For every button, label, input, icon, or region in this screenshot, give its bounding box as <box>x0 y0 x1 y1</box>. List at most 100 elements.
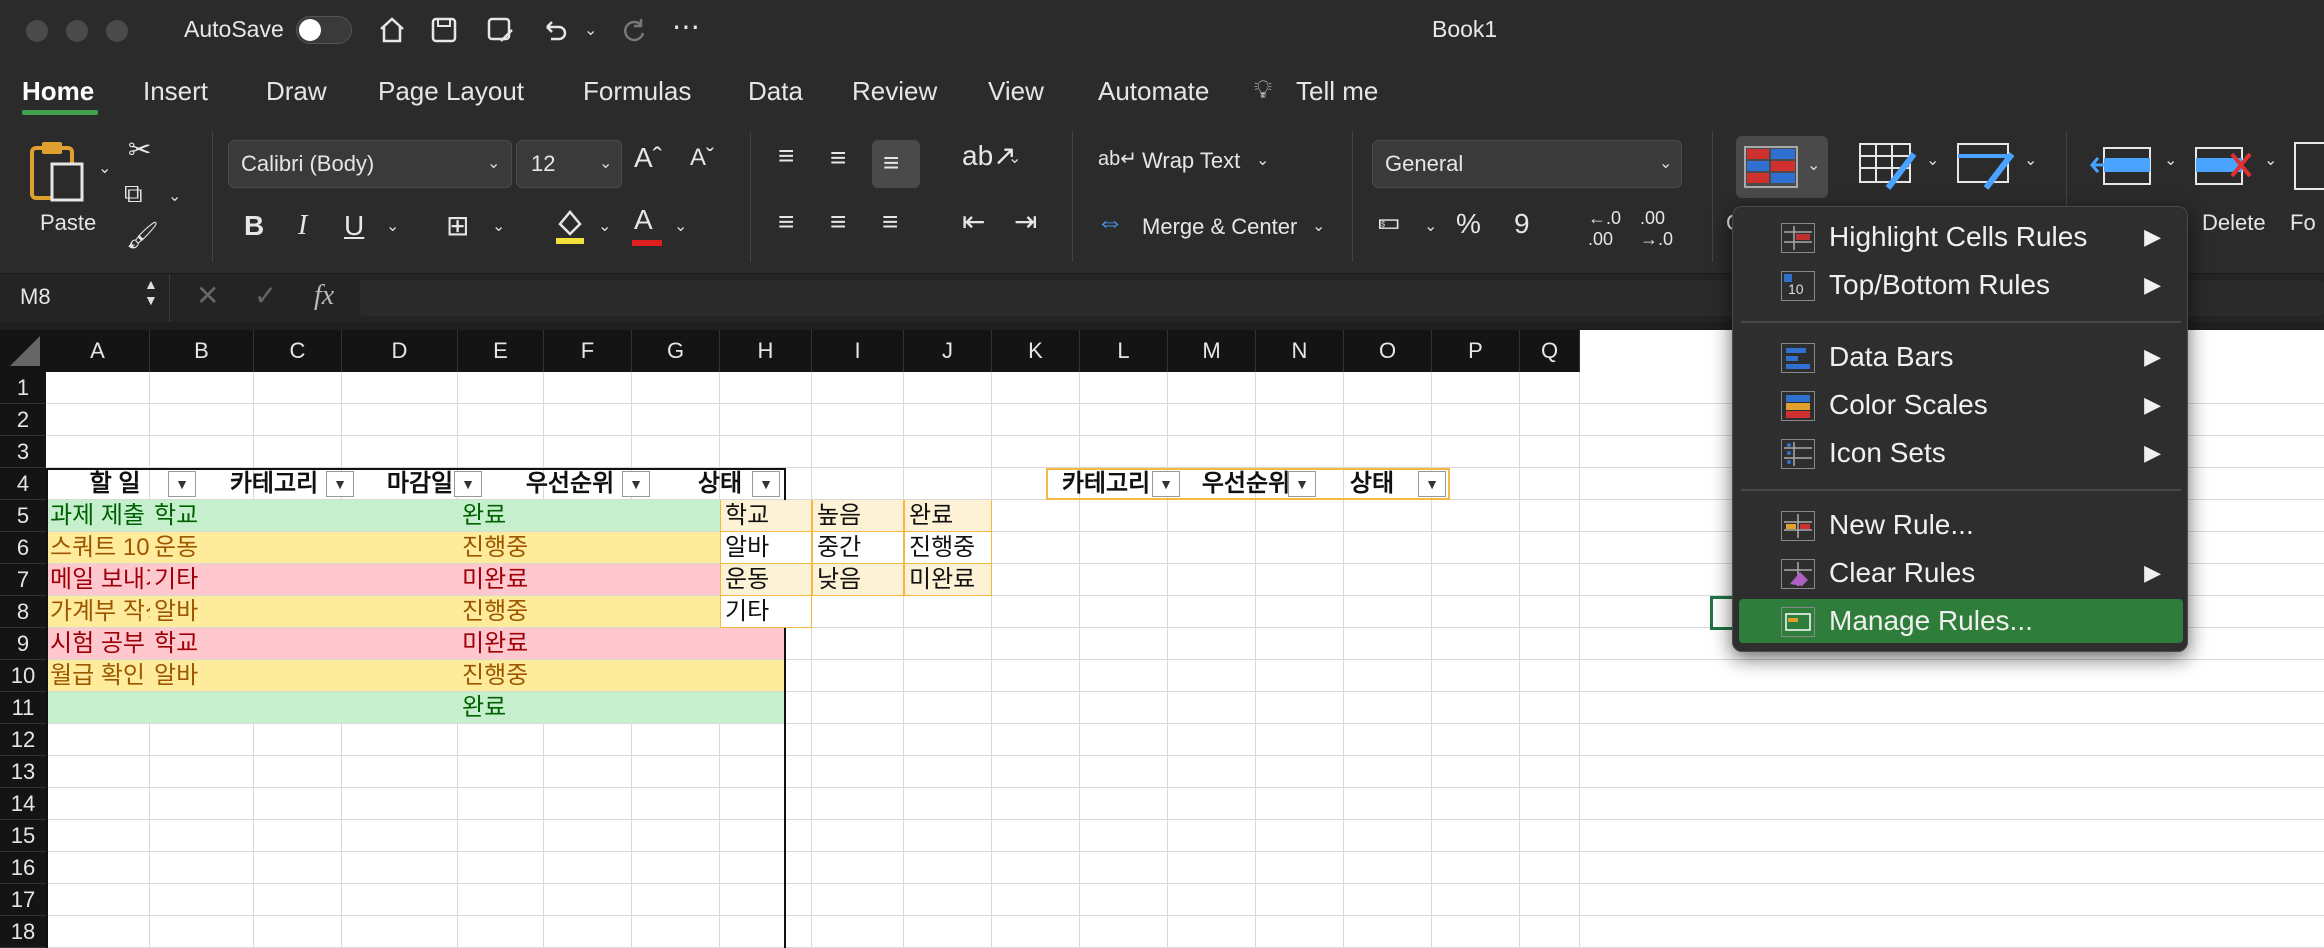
conditional-formatting-button[interactable]: ⌄ <box>1736 136 1828 198</box>
table1-cell-category[interactable]: 학교 <box>150 628 254 660</box>
tab-automate[interactable]: Automate <box>1098 76 1209 107</box>
table2-cell-col3[interactable]: 완료 <box>904 500 992 532</box>
borders-chevron-icon[interactable]: ⌄ <box>492 216 505 236</box>
table1-cell-status[interactable]: 진행중 <box>458 532 544 564</box>
fill-color-icon[interactable] <box>552 206 588 246</box>
increase-indent-icon[interactable]: ⇥ <box>1014 208 1037 236</box>
table1-cell-status[interactable]: 미완료 <box>458 564 544 596</box>
menu-item-highlight-cells-rules[interactable]: Highlight Cells Rules ▶ <box>1739 215 2183 259</box>
delete-cells-icon[interactable] <box>2192 142 2256 190</box>
row-header-16[interactable]: 16 <box>0 852 46 884</box>
menu-item-new-rule[interactable]: New Rule... <box>1739 503 2183 547</box>
align-bottom-button[interactable]: ≡ <box>872 140 920 188</box>
format-as-table-chevron-icon[interactable]: ⌄ <box>1926 150 1939 170</box>
cut-icon[interactable]: ✂︎ <box>128 136 151 164</box>
column-header-G[interactable]: G <box>632 330 720 372</box>
filter-dropdown-icon[interactable]: ▼ <box>1418 471 1446 497</box>
column-header-K[interactable]: K <box>992 330 1080 372</box>
column-header-A[interactable]: A <box>46 330 150 372</box>
table1-cell-task[interactable]: 시험 공부 <box>46 628 150 660</box>
row-header-13[interactable]: 13 <box>0 756 46 788</box>
column-header-Q[interactable]: Q <box>1520 330 1580 372</box>
redo-icon[interactable] <box>616 12 652 48</box>
menu-item-data-bars[interactable]: Data Bars ▶ <box>1739 335 2183 379</box>
tab-formulas[interactable]: Formulas <box>583 76 691 107</box>
menu-item-clear-rules[interactable]: Clear Rules ▶ <box>1739 551 2183 595</box>
close-window-button[interactable] <box>26 20 48 42</box>
home-icon[interactable] <box>374 12 410 48</box>
filter-dropdown-icon[interactable]: ▼ <box>326 471 354 497</box>
tab-review[interactable]: Review <box>852 76 937 107</box>
wrap-text-chevron-icon[interactable]: ⌄ <box>1256 150 1269 170</box>
copy-dropdown-chevron-icon[interactable]: ⌄ <box>168 186 181 206</box>
autosave-toggle[interactable] <box>296 16 352 44</box>
decrease-font-size-icon[interactable]: Aˇ <box>690 146 714 170</box>
table2-cell-col1[interactable]: 학교 <box>720 500 812 532</box>
paste-button[interactable] <box>26 138 96 218</box>
table1-cell-category[interactable]: 기타 <box>150 564 254 596</box>
font-color-icon[interactable]: A <box>630 206 664 248</box>
align-middle-icon[interactable]: ≡ <box>830 144 846 172</box>
column-header-B[interactable]: B <box>150 330 254 372</box>
column-header-L[interactable]: L <box>1080 330 1168 372</box>
filter-dropdown-icon[interactable]: ▼ <box>622 471 650 497</box>
row-header-11[interactable]: 11 <box>0 692 46 724</box>
table2-cell-col1[interactable]: 알바 <box>720 532 812 564</box>
row-header-3[interactable]: 3 <box>0 436 46 468</box>
format-painter-icon[interactable]: 🖌︎ <box>126 222 159 248</box>
column-header-P[interactable]: P <box>1432 330 1520 372</box>
table1-cell-status[interactable]: 진행중 <box>458 660 544 692</box>
borders-icon[interactable]: ⊞ <box>446 212 469 240</box>
row-header-6[interactable]: 6 <box>0 532 46 564</box>
column-header-C[interactable]: C <box>254 330 342 372</box>
font-color-chevron-icon[interactable]: ⌄ <box>674 216 687 236</box>
table1-cell-status[interactable]: 완료 <box>458 692 544 724</box>
align-top-icon[interactable]: ≡ <box>778 142 794 170</box>
filter-dropdown-icon[interactable]: ▼ <box>1152 471 1180 497</box>
increase-decimal-icon[interactable]: ←.0.00 <box>1588 208 1621 250</box>
table2-cell-col1[interactable]: 운동 <box>720 564 812 596</box>
row-header-14[interactable]: 14 <box>0 788 46 820</box>
filter-dropdown-icon[interactable]: ▼ <box>454 471 482 497</box>
cell-styles-icon[interactable] <box>1956 140 2016 192</box>
tab-view[interactable]: View <box>988 76 1044 107</box>
accounting-chevron-icon[interactable]: ⌄ <box>1424 216 1437 236</box>
menu-item-manage-rules[interactable]: Manage Rules... <box>1739 599 2183 643</box>
font-name-select[interactable]: Calibri (Body) ⌄ <box>228 140 512 188</box>
table1-cell-task[interactable]: 월급 확인 <box>46 660 150 692</box>
table2-cell-col2[interactable]: 높음 <box>812 500 904 532</box>
bold-icon[interactable]: B <box>244 212 264 240</box>
lightbulb-icon[interactable]: 💡︎ <box>1254 74 1272 106</box>
percent-style-icon[interactable]: % <box>1456 210 1481 238</box>
column-header-M[interactable]: M <box>1168 330 1256 372</box>
save-icon[interactable] <box>426 12 462 48</box>
underline-chevron-icon[interactable]: ⌄ <box>386 216 399 236</box>
column-header-H[interactable]: H <box>720 330 812 372</box>
increase-font-size-icon[interactable]: Aˆ <box>634 144 662 172</box>
insert-cells-icon[interactable] <box>2090 142 2154 190</box>
table1-cell-status[interactable]: 미완료 <box>458 628 544 660</box>
table1-cell-task[interactable]: 과제 제출 <box>46 500 150 532</box>
name-box-stepper-icon[interactable]: ▲ ▼ <box>144 276 158 308</box>
menu-item-icon-sets[interactable]: Icon Sets ▶ <box>1739 431 2183 475</box>
select-all-corner[interactable] <box>0 330 46 372</box>
copy-icon[interactable]: ⧉ <box>124 180 143 206</box>
save-as-icon[interactable] <box>482 12 518 48</box>
table1-cell-task[interactable] <box>46 692 150 724</box>
row-header-12[interactable]: 12 <box>0 724 46 756</box>
menu-item-color-scales[interactable]: Color Scales ▶ <box>1739 383 2183 427</box>
cell-styles-chevron-icon[interactable]: ⌄ <box>2024 150 2037 170</box>
table1-cell-task[interactable]: 메일 보내기 <box>46 564 150 596</box>
insert-cells-chevron-icon[interactable]: ⌄ <box>2164 150 2177 170</box>
row-header-4[interactable]: 4 <box>0 468 46 500</box>
table1-cell-task[interactable]: 스쿼트 10개 <box>46 532 150 564</box>
table2-cell-col1[interactable]: 기타 <box>720 596 812 628</box>
align-left-icon[interactable]: ≡ <box>778 208 794 236</box>
cancel-entry-icon[interactable]: ✕ <box>196 282 219 310</box>
underline-icon[interactable]: U <box>344 212 364 240</box>
table1-cell-status[interactable]: 진행중 <box>458 596 544 628</box>
decrease-indent-icon[interactable]: ⇤ <box>962 208 985 236</box>
column-header-D[interactable]: D <box>342 330 458 372</box>
tab-draw[interactable]: Draw <box>266 76 327 107</box>
orientation-chevron-icon[interactable]: ⌄ <box>1008 148 1021 168</box>
